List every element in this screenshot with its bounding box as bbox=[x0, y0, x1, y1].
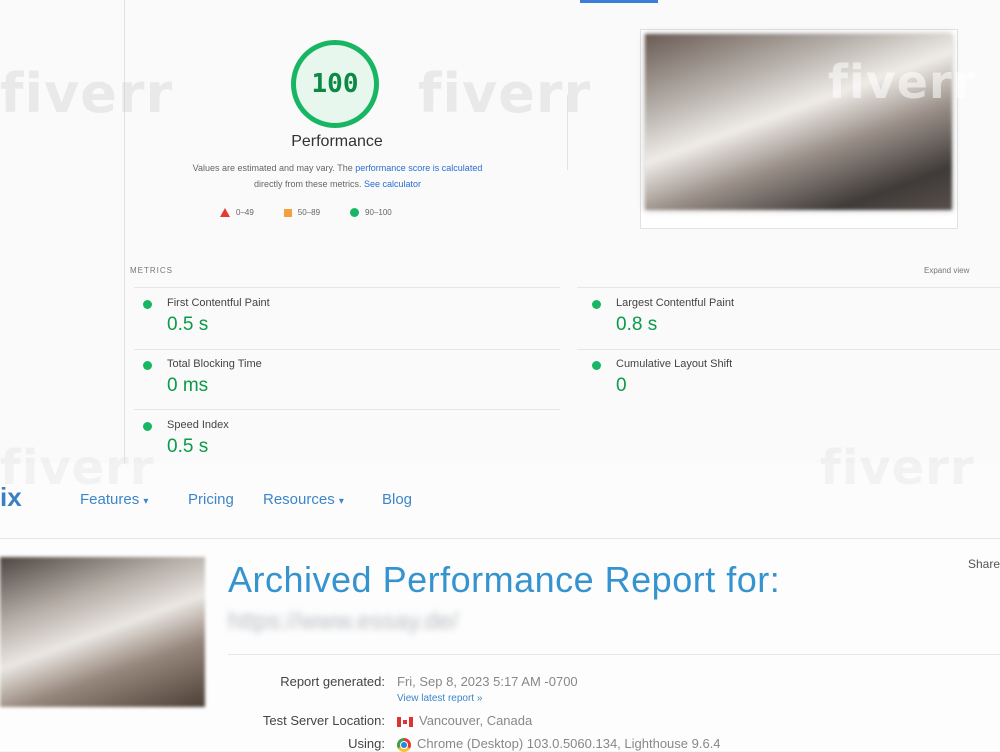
metric-value: 0.8 s bbox=[616, 314, 658, 335]
test-server-location-label: Test Server Location: bbox=[262, 713, 385, 728]
pass-circle-icon bbox=[143, 422, 152, 431]
metric-divider bbox=[577, 349, 1000, 350]
report-url: https://www.essay.de/ bbox=[228, 608, 459, 635]
metric-name: Largest Contentful Paint bbox=[616, 297, 735, 309]
chevron-down-icon: ▾ bbox=[143, 496, 149, 507]
test-server-location-value: Vancouver, Canada bbox=[397, 713, 532, 728]
legend-fail: 0–49 bbox=[220, 208, 254, 217]
report-divider bbox=[228, 654, 1000, 655]
canada-flag-icon bbox=[397, 716, 413, 727]
note-text-2: directly from these metrics. bbox=[253, 179, 362, 189]
metric-divider bbox=[134, 349, 560, 350]
legend-average: 50–89 bbox=[283, 208, 321, 217]
legend-label: 90–100 bbox=[365, 208, 392, 217]
metric-divider bbox=[134, 287, 560, 288]
page-screenshot-thumbnail bbox=[645, 34, 952, 210]
chevron-down-icon: ▾ bbox=[338, 496, 344, 507]
metric-name: Total Blocking Time bbox=[167, 358, 262, 370]
nav-resources[interactable]: Resources ▾ bbox=[263, 491, 344, 508]
expand-view-toggle[interactable]: Expand view bbox=[924, 266, 969, 275]
report-screenshot-thumbnail bbox=[0, 557, 205, 707]
metric-name: Cumulative Layout Shift bbox=[616, 358, 733, 370]
view-latest-report-link[interactable]: View latest report » bbox=[397, 693, 482, 704]
performance-score-gauge: 100 bbox=[291, 40, 379, 128]
metric-divider bbox=[577, 287, 1000, 288]
share-button[interactable]: Share bbox=[968, 557, 1000, 571]
site-navbar bbox=[0, 463, 1000, 539]
metric-name: First Contentful Paint bbox=[167, 297, 270, 309]
square-icon bbox=[283, 208, 292, 217]
circle-icon bbox=[350, 208, 360, 217]
chrome-icon bbox=[397, 737, 411, 752]
vertical-divider bbox=[567, 95, 568, 170]
metric-name: Speed Index bbox=[167, 419, 229, 431]
note-text: Values are estimated and may vary. The bbox=[192, 163, 353, 173]
report-generated-label: Report generated: bbox=[280, 674, 385, 689]
panel-divider bbox=[124, 0, 125, 463]
score-note: Values are estimated and may vary. The p… bbox=[140, 160, 535, 192]
using-label: Using: bbox=[348, 736, 385, 751]
nav-blog[interactable]: Blog bbox=[382, 491, 412, 508]
pass-circle-icon bbox=[143, 361, 152, 370]
category-title: Performance bbox=[291, 133, 383, 150]
nav-pricing[interactable]: Pricing bbox=[188, 491, 234, 508]
tab-underline bbox=[580, 0, 658, 3]
report-generated-value: Fri, Sep 8, 2023 5:17 AM -0700 bbox=[397, 674, 578, 689]
see-calculator-link[interactable]: See calculator bbox=[364, 179, 421, 189]
legend-label: 0–49 bbox=[236, 208, 254, 217]
metric-divider bbox=[134, 409, 560, 410]
metric-value: 0.5 s bbox=[167, 436, 209, 457]
browser-text: Chrome (Desktop) 103.0.5060.134, Lightho… bbox=[417, 736, 721, 751]
nav-label: Features bbox=[80, 491, 140, 508]
metric-value: 0 ms bbox=[167, 375, 209, 396]
metrics-heading: METRICS bbox=[130, 266, 173, 275]
report-title: Archived Performance Report for: bbox=[228, 559, 781, 600]
performance-score: 100 bbox=[311, 69, 359, 99]
score-calculation-link[interactable]: performance score is calculated bbox=[355, 163, 482, 173]
pass-circle-icon bbox=[143, 300, 152, 309]
location-text: Vancouver, Canada bbox=[419, 713, 533, 728]
site-logo[interactable]: ix bbox=[0, 482, 22, 513]
metric-value: 0.5 s bbox=[167, 314, 209, 335]
using-value: Chrome (Desktop) 103.0.5060.134, Lightho… bbox=[397, 736, 721, 752]
triangle-icon bbox=[220, 208, 230, 217]
legend-pass: 90–100 bbox=[350, 208, 392, 217]
nav-features[interactable]: Features ▾ bbox=[80, 491, 148, 508]
nav-label: Resources bbox=[263, 491, 335, 508]
score-legend: 0–49 50–89 90–100 bbox=[220, 208, 392, 217]
pass-circle-icon bbox=[592, 361, 601, 370]
metric-value: 0 bbox=[616, 375, 627, 396]
legend-label: 50–89 bbox=[297, 208, 321, 217]
pass-circle-icon bbox=[592, 300, 601, 309]
